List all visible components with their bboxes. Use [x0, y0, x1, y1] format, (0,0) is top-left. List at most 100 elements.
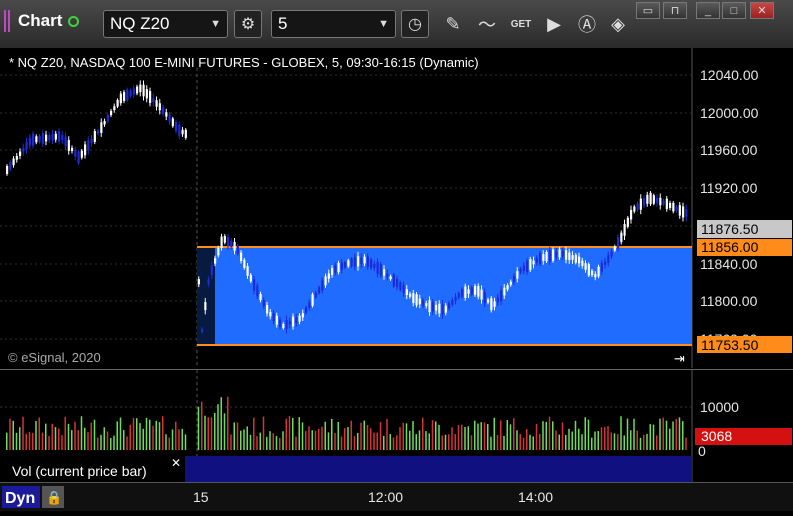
volume-zero-tick: 0	[698, 443, 706, 459]
close-study-icon[interactable]: ✕	[171, 456, 181, 470]
volume-bar	[292, 417, 294, 450]
candle-body	[314, 292, 317, 298]
volume-chart[interactable]: 10000 0 3068 Vol (current price bar) ✕	[0, 370, 793, 482]
volume-bar	[259, 432, 261, 450]
candle-body	[152, 98, 155, 103]
candle-body	[438, 303, 441, 314]
price-panel[interactable]: 12040.00 12000.00 11960.00 11920.00 1184…	[0, 48, 793, 368]
candle-body	[568, 252, 571, 260]
candle-body	[539, 252, 542, 265]
volume-panel[interactable]: 10000 0 3068 Vol (current price bar) ✕	[0, 369, 793, 482]
last-price-label: 11876.50	[697, 220, 792, 238]
volume-bar	[431, 420, 434, 450]
volume-bar	[409, 430, 411, 450]
volume-bar	[113, 435, 115, 450]
candle-body	[32, 133, 35, 146]
volume-bar	[64, 416, 66, 450]
volume-bar	[74, 421, 76, 450]
volume-bar	[574, 420, 577, 450]
volume-bar	[340, 436, 343, 450]
volume-bar	[223, 413, 226, 450]
candle-body	[636, 203, 639, 210]
highlight-range-box[interactable]	[197, 247, 692, 345]
candle-body	[162, 107, 165, 114]
alert-icon[interactable]: Ⓐ	[574, 11, 600, 37]
candle-body	[87, 140, 90, 151]
candle-body	[243, 259, 246, 268]
candle-body	[396, 278, 399, 288]
volume-bar	[669, 428, 671, 450]
settings-gear-icon[interactable]: ⚙	[234, 10, 262, 38]
volume-bar	[246, 426, 248, 450]
volume-bar	[314, 430, 317, 450]
volume-bar	[672, 421, 674, 450]
fill-bucket-icon[interactable]: ◈	[605, 11, 631, 37]
candle-body	[171, 118, 174, 127]
candle-body	[496, 297, 499, 303]
volume-bar	[613, 433, 616, 450]
symbol-selector[interactable]: NQ Z20 ▼	[103, 10, 228, 38]
volume-bar	[487, 423, 489, 450]
maximize-icon[interactable]: □	[722, 2, 746, 19]
candle-body	[500, 290, 503, 302]
volume-bar	[623, 435, 625, 450]
dropdown-arrow-icon[interactable]: ▼	[210, 18, 221, 30]
candle-body	[165, 112, 168, 117]
volume-bar	[155, 420, 157, 450]
volume-bar	[379, 422, 382, 450]
price-chart[interactable]: 12040.00 12000.00 11960.00 11920.00 1184…	[0, 48, 793, 368]
candle-body	[480, 289, 483, 300]
close-icon[interactable]: ✕	[750, 2, 774, 19]
dropdown-arrow-icon[interactable]: ▼	[378, 18, 389, 30]
minimize-icon[interactable]: _	[696, 2, 720, 19]
volume-bar	[480, 422, 482, 450]
candle-body	[675, 207, 678, 211]
candle-body	[201, 328, 204, 333]
candle-body	[155, 100, 158, 107]
link-icon[interactable]: ⊓	[663, 2, 687, 19]
candle-body	[526, 260, 529, 273]
volume-bar	[327, 432, 330, 450]
volume-bar	[509, 424, 512, 450]
candle-body	[490, 298, 493, 311]
candle-body	[519, 268, 522, 273]
volume-bar	[626, 418, 629, 450]
get-icon[interactable]: GET	[508, 11, 534, 37]
candle-body	[357, 256, 360, 267]
volume-bar	[204, 415, 206, 450]
clock-icon[interactable]: ◷	[401, 10, 429, 38]
upper-price-value: 11856.00	[701, 239, 759, 255]
volume-bar	[376, 432, 378, 450]
volume-bar	[32, 432, 34, 450]
interval-selector[interactable]: 5 ▼	[271, 10, 396, 38]
candle-body	[58, 130, 61, 142]
restore-icon[interactable]: ▭	[636, 2, 660, 19]
candle-body	[9, 162, 12, 170]
candle-body	[233, 241, 236, 251]
volume-bar	[51, 423, 53, 450]
candle-body	[662, 200, 665, 205]
candle-body	[311, 294, 314, 306]
study-icon[interactable]: 〜	[474, 11, 500, 37]
candle-body	[116, 99, 119, 107]
volume-bar	[373, 432, 375, 450]
candle-body	[405, 289, 408, 296]
candle-body	[552, 249, 555, 261]
scroll-to-end-icon[interactable]: ⇥	[674, 350, 690, 367]
volume-bar	[301, 422, 304, 450]
candle-body	[64, 136, 67, 147]
window-grip-icon[interactable]	[4, 10, 12, 32]
candle-body	[555, 251, 558, 258]
volume-bar	[25, 433, 27, 450]
volume-bar	[646, 433, 648, 450]
play-icon[interactable]: ▶	[541, 11, 567, 37]
volume-bar	[347, 427, 349, 450]
price-axis-bg	[693, 48, 793, 368]
price-tick: 12040.00	[700, 67, 759, 83]
candle-body	[285, 319, 288, 329]
volume-bar	[474, 420, 476, 450]
candle-body	[591, 270, 594, 276]
pencil-icon[interactable]: ✎	[440, 11, 466, 37]
candle-body	[607, 255, 610, 263]
candle-body	[542, 254, 545, 261]
